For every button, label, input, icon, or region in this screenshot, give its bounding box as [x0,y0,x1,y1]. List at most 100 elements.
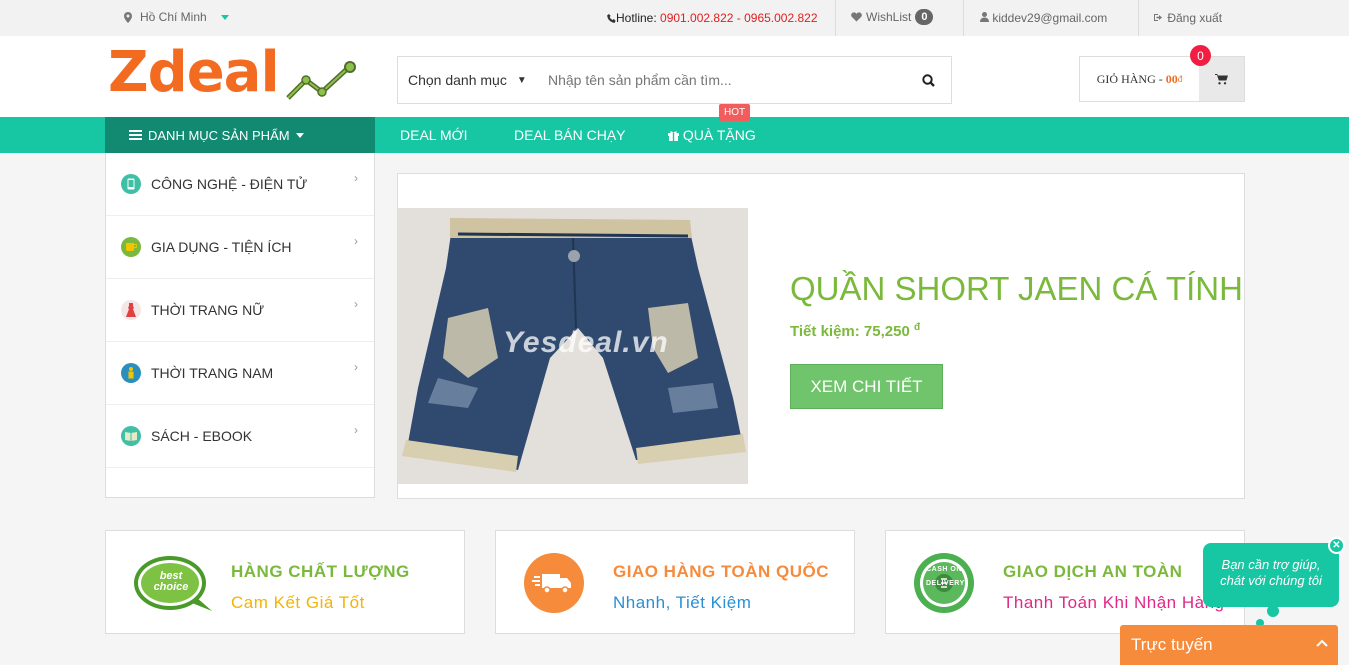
hotline-label: Hotline: [616,11,657,25]
menu-icon [129,130,142,140]
shopping-cart-icon [1215,73,1228,84]
sidebar-item-label: SÁCH - EBOOK [151,428,253,444]
sidebar-item-thoi-trang-nam[interactable]: THỜI TRANG NAM › [106,342,374,405]
featured-deal-banner: Yesdeal.vn QUẦN SHORT JAEN CÁ TÍNH Tiết … [397,173,1245,499]
categories-menu-label: DANH MỤC SẢN PHẨM [148,127,290,143]
cup-icon [121,237,141,257]
product-image[interactable]: Yesdeal.vn [398,208,748,484]
sidebar-item-label: THỜI TRANG NỮ [151,302,265,318]
location-selector[interactable]: Hồ Chí Minh [124,10,229,24]
phone-icon [121,174,141,194]
top-bar: Hồ Chí Minh Hotline: 0901.002.822 - 0965… [0,0,1349,36]
hotline: Hotline: 0901.002.822 - 0965.002.822 [607,11,818,25]
search-input[interactable] [533,72,905,88]
heart-icon [851,12,862,22]
best-choice-badge-text: best choice [153,570,189,593]
feature-quality: best choice HÀNG CHẤT LƯỢNG Cam Kết Giá … [105,530,465,634]
chat-prompt-line2: chát với chúng tôi [1220,573,1322,588]
feature-secure: CASH ON DELIVERY GIAO DỊCH AN TOÀN Thanh… [885,530,1245,634]
chevron-right-icon: › [354,360,358,374]
sidebar-item-gia-dung[interactable]: GIA DỤNG - TIỆN ÍCH › [106,216,374,279]
sidebar-item-label: GIA DỤNG - TIỆN ÍCH [151,239,292,255]
search-icon [921,73,935,87]
feature-title: HÀNG CHẤT LƯỢNG [231,562,410,581]
cart-amount: 00 [1165,71,1178,86]
chevron-right-icon: › [354,234,358,248]
location-label: Hồ Chí Minh [140,10,207,24]
chevron-right-icon: › [354,297,358,311]
cart-currency: đ [1177,74,1183,84]
search-bar: Chọn danh mục ▼ [397,56,952,104]
view-details-button[interactable]: XEM CHI TIẾT [790,364,943,409]
nav-deal-ban-chay[interactable]: DEAL BÁN CHẠY [514,127,626,143]
nav-deal-moi[interactable]: DEAL MỚI [400,127,468,143]
caret-down-icon: ▼ [516,74,527,86]
close-icon[interactable]: ✕ [1328,537,1345,554]
logo-chart-icon [286,61,356,100]
chevron-up-icon [1316,639,1328,647]
logout-label: Đăng xuất [1167,11,1223,25]
feature-subtitle: Cam Kết Giá Tốt [231,593,365,612]
feature-subtitle: Thanh Toán Khi Nhận Hàng [1003,593,1225,612]
categories-menu-button[interactable]: DANH MỤC SẢN PHẨM [105,117,375,153]
feature-title: GIAO HÀNG TOÀN QUỐC [613,562,830,581]
category-sidebar: CÔNG NGHỆ - ĐIỆN TỬ › GIA DỤNG - TIỆN ÍC… [105,153,375,498]
cash-on-delivery-icon: CASH ON DELIVERY [914,553,974,613]
sign-out-icon [1154,14,1162,21]
delivery-truck-icon [524,553,584,613]
wishlist-link[interactable]: WishList 0 [851,9,934,25]
chevron-right-icon: › [354,171,358,185]
dress-icon [121,300,141,320]
live-chat-bar[interactable]: Trực tuyến [1120,625,1338,665]
sidebar-item-thoi-trang-nu[interactable]: THỜI TRANG NỮ › [106,279,374,342]
nav-qua-tang[interactable]: QUÀ TẶNG [668,127,756,143]
feature-delivery: GIAO HÀNG TOÀN QUỐC Nhanh, Tiết Kiệm [495,530,855,634]
logout-link[interactable]: Đăng xuất [1154,11,1222,25]
best-choice-icon: best choice [134,553,212,613]
chevron-right-icon: › [354,423,358,437]
divider [963,0,964,36]
user-account-link[interactable]: kiddev29@gmail.com [980,11,1107,25]
logo-text: Zdeal [108,40,280,105]
chevron-down-icon [220,14,229,20]
cart-count-badge: 0 [1190,45,1211,66]
category-select-label: Chọn danh mục [408,72,507,88]
cart-widget[interactable]: GIỎ HÀNG - 00 đ 0 [1079,45,1245,102]
nav-qua-tang-label: QUÀ TẶNG [682,127,756,143]
hot-badge: HOT [719,104,751,121]
category-select[interactable]: Chọn danh mục ▼ [398,72,533,88]
user-email: kiddev29@gmail.com [992,11,1108,25]
wishlist-count-badge: 0 [915,9,934,25]
bubble-tail [1267,605,1279,617]
gift-icon [668,131,679,141]
sidebar-item-label: THỜI TRANG NAM [151,365,274,381]
cart-summary: GIỎ HÀNG - 00 đ [1080,57,1199,101]
caret-down-icon [295,132,304,138]
chat-prompt-bubble[interactable]: Bạn cần trợ giúp, chát với chúng tôi ✕ [1203,537,1345,627]
wishlist-label: WishList [866,10,912,24]
phone-icon [607,14,616,23]
deal-title: QUẦN SHORT JAEN CÁ TÍNH [790,270,1243,307]
user-icon [980,12,989,22]
search-button[interactable] [905,57,951,103]
watermark-text: Yesdeal.vn [503,326,669,359]
sidebar-item-cong-nghe[interactable]: CÔNG NGHỆ - ĐIỆN TỬ › [106,153,374,216]
deal-savings-label: Tiết kiệm: 75,250 [790,323,910,340]
deal-savings: Tiết kiệm: 75,250 đ [790,322,920,340]
deal-savings-currency: đ [913,322,921,333]
divider [1138,0,1139,36]
sidebar-item-label: CÔNG NGHỆ - ĐIỆN TỬ [151,176,308,192]
chat-prompt-line1: Bạn cần trợ giúp, [1221,557,1321,572]
cash-on-delivery-badge-text: CASH ON DELIVERY [926,566,965,587]
header: Zdeal Chọn danh mục ▼ GIỎ HÀNG - 00đ 0 [0,36,1349,117]
map-marker-icon [124,11,132,23]
sidebar-item-sach[interactable]: SÁCH - EBOOK › [106,405,374,468]
shirt-icon [121,363,141,383]
cart-label: GIỎ HÀNG - [1096,71,1163,86]
hotline-numbers[interactable]: 0901.002.822 - 0965.002.822 [660,11,817,25]
feature-subtitle: Nhanh, Tiết Kiệm [613,593,752,612]
main-nav: DANH MỤC SẢN PHẨM DEAL MỚI DEAL BÁN CHẠY… [0,104,1349,153]
divider [835,0,836,36]
site-logo[interactable]: Zdeal [108,40,368,112]
book-icon [121,426,141,446]
